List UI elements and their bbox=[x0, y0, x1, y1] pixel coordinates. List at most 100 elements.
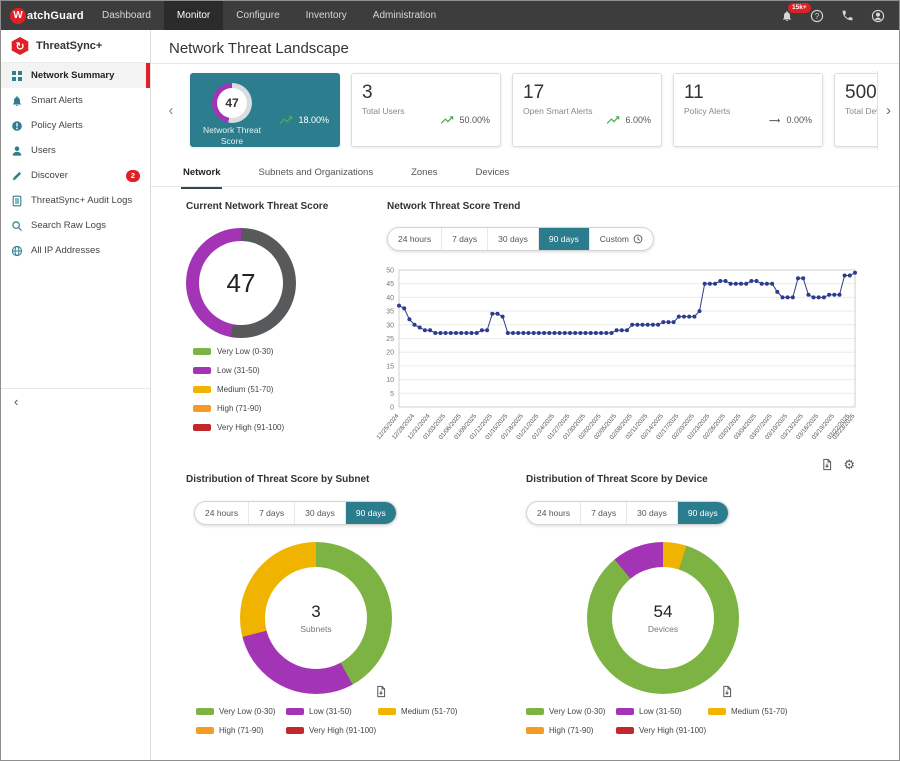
tab-zones[interactable]: Zones bbox=[409, 162, 439, 189]
legend-swatch-very-low bbox=[193, 348, 211, 355]
sidebar-item-users[interactable]: Users bbox=[1, 138, 150, 163]
card-open-smart-alerts[interactable]: 17 Open Smart Alerts 6.00% bbox=[512, 73, 662, 147]
legend-swatch-very-low bbox=[196, 708, 214, 715]
range-24-hours-button[interactable]: 24 hours bbox=[195, 502, 248, 524]
card-score-donut: 47 bbox=[212, 83, 252, 123]
legend-swatch-low bbox=[193, 367, 211, 374]
legend-item: Very High (91-100) bbox=[193, 423, 284, 432]
legend-item: High (71-90) bbox=[193, 404, 284, 413]
sidebar-item-policy-alerts[interactable]: Policy Alerts bbox=[1, 113, 150, 138]
tab-devices[interactable]: Devices bbox=[474, 162, 512, 189]
card-label: Open Smart Alerts bbox=[523, 106, 592, 117]
help-button[interactable]: ? bbox=[810, 9, 824, 23]
card-value: 11 bbox=[684, 83, 730, 102]
card-total-devices[interactable]: 500 Total Devices bbox=[834, 73, 877, 147]
gauge-legend: Very Low (0-30) Low (31-50) Medium (51-7… bbox=[193, 347, 284, 442]
sidebar-item-all-ip-addresses[interactable]: All IP Addresses bbox=[1, 238, 150, 263]
svg-text:15: 15 bbox=[386, 363, 394, 370]
sidebar-item-network-summary[interactable]: Network Summary bbox=[1, 63, 150, 88]
sidebar-item-label: Discover bbox=[31, 170, 68, 181]
threatsync-logo-icon: ↻ bbox=[11, 37, 29, 55]
svg-text:50: 50 bbox=[386, 268, 394, 275]
range-24-hours-button[interactable]: 24 hours bbox=[527, 502, 580, 524]
legend-item: Very High (91-100) bbox=[616, 726, 708, 735]
nav-configure[interactable]: Configure bbox=[223, 1, 292, 30]
tab-network[interactable]: Network bbox=[181, 162, 222, 189]
network-threat-score-donut[interactable]: 47 bbox=[186, 228, 296, 338]
sidebar-item-smart-alerts[interactable]: Smart Alerts bbox=[1, 88, 150, 113]
notifications-button[interactable]: 15k+ bbox=[781, 10, 793, 22]
card-trend: 0.00% bbox=[767, 103, 812, 137]
tabs-divider bbox=[151, 186, 899, 187]
card-policy-alerts[interactable]: 11 Policy Alerts 0.00% bbox=[673, 73, 823, 147]
range-custom-button[interactable]: Custom bbox=[589, 228, 653, 250]
subnet-legend: Very Low (0-30) Low (31-50) Medium (51-7… bbox=[196, 707, 498, 735]
range-90-days-button[interactable]: 90 days bbox=[538, 228, 589, 250]
range-30-days-button[interactable]: 30 days bbox=[626, 502, 677, 524]
sidebar-item-audit-logs[interactable]: ThreatSync+ Audit Logs bbox=[1, 188, 150, 213]
trend-up-icon bbox=[605, 115, 621, 125]
svg-text:45: 45 bbox=[386, 281, 394, 288]
svg-text:?: ? bbox=[815, 12, 820, 21]
sidebar-item-search-raw-logs[interactable]: Search Raw Logs bbox=[1, 213, 150, 238]
range-90-days-button[interactable]: 90 days bbox=[345, 502, 396, 524]
subnet-distribution-donut[interactable]: 3 Subnets bbox=[240, 542, 392, 694]
legend-label: Very High (91-100) bbox=[309, 726, 376, 735]
legend-swatch-high bbox=[193, 405, 211, 412]
legend-label: Very Low (0-30) bbox=[219, 707, 275, 716]
legend-item: Very Low (0-30) bbox=[526, 707, 616, 716]
legend-label: Low (31-50) bbox=[309, 707, 352, 716]
card-score-left: 47 Network Threat Score bbox=[201, 83, 263, 137]
export-icon[interactable] bbox=[375, 685, 387, 698]
card-trend-value: 0.00% bbox=[786, 115, 812, 125]
card-trend: 50.00% bbox=[439, 103, 490, 137]
svg-text:30: 30 bbox=[386, 322, 394, 329]
help-icon: ? bbox=[810, 9, 824, 23]
legend-item: High (71-90) bbox=[196, 726, 286, 735]
user-icon bbox=[11, 145, 23, 157]
range-90-days-button[interactable]: 90 days bbox=[677, 502, 728, 524]
trend-chart[interactable]: 0510152025303540455012/25/202412/28/2024… bbox=[369, 262, 861, 474]
gear-icon[interactable]: ⚙ bbox=[843, 458, 855, 471]
card-label: Policy Alerts bbox=[684, 106, 730, 117]
legend-label: High (71-90) bbox=[217, 404, 261, 413]
sidebar-item-discover[interactable]: Discover 2 bbox=[1, 163, 150, 188]
legend-swatch-very-low bbox=[526, 708, 544, 715]
card-network-threat-score[interactable]: 47 Network Threat Score 18.00% bbox=[190, 73, 340, 147]
watchguard-logo-icon: W bbox=[10, 8, 26, 24]
range-7-days-button[interactable]: 7 days bbox=[580, 502, 626, 524]
top-menu: Dashboard Monitor Configure Inventory Ad… bbox=[89, 1, 449, 30]
legend-label: Very High (91-100) bbox=[639, 726, 706, 735]
card-total-users[interactable]: 3 Total Users 50.00% bbox=[351, 73, 501, 147]
tab-subnets-and-organizations[interactable]: Subnets and Organizations bbox=[256, 162, 375, 189]
nav-dashboard[interactable]: Dashboard bbox=[89, 1, 164, 30]
sidebar: ↻ ThreatSync+ Network Summary Smart Aler… bbox=[1, 30, 151, 760]
sidebar-collapse-button[interactable]: ‹ bbox=[1, 388, 150, 414]
card-value: 17 bbox=[523, 83, 592, 102]
range-7-days-button[interactable]: 7 days bbox=[248, 502, 294, 524]
svg-text:40: 40 bbox=[386, 295, 394, 302]
device-count-label: Devices bbox=[648, 624, 678, 634]
range-30-days-button[interactable]: 30 days bbox=[487, 228, 538, 250]
card-value: 3 bbox=[362, 83, 405, 102]
export-icon[interactable] bbox=[721, 685, 733, 698]
sidebar-nav: Network Summary Smart Alerts Policy Aler… bbox=[1, 63, 150, 263]
range-24-hours-button[interactable]: 24 hours bbox=[388, 228, 441, 250]
carousel-next-button[interactable]: › bbox=[877, 71, 899, 149]
account-button[interactable] bbox=[871, 9, 885, 23]
export-icon[interactable] bbox=[821, 458, 833, 471]
nav-monitor[interactable]: Monitor bbox=[164, 1, 223, 30]
legend-swatch-high bbox=[196, 727, 214, 734]
device-distribution-donut[interactable]: 54 Devices bbox=[587, 542, 739, 694]
nav-inventory[interactable]: Inventory bbox=[293, 1, 360, 30]
subnet-count: 3 bbox=[311, 602, 320, 622]
legend-swatch-high bbox=[526, 727, 544, 734]
legend-label: Very High (91-100) bbox=[217, 423, 284, 432]
nav-administration[interactable]: Administration bbox=[360, 1, 449, 30]
carousel-prev-button[interactable]: ‹ bbox=[163, 102, 179, 119]
card-left: 11 Policy Alerts bbox=[684, 83, 730, 137]
range-7-days-button[interactable]: 7 days bbox=[441, 228, 487, 250]
card-trend-value: 50.00% bbox=[459, 115, 490, 125]
range-30-days-button[interactable]: 30 days bbox=[294, 502, 345, 524]
phone-button[interactable] bbox=[841, 9, 854, 22]
